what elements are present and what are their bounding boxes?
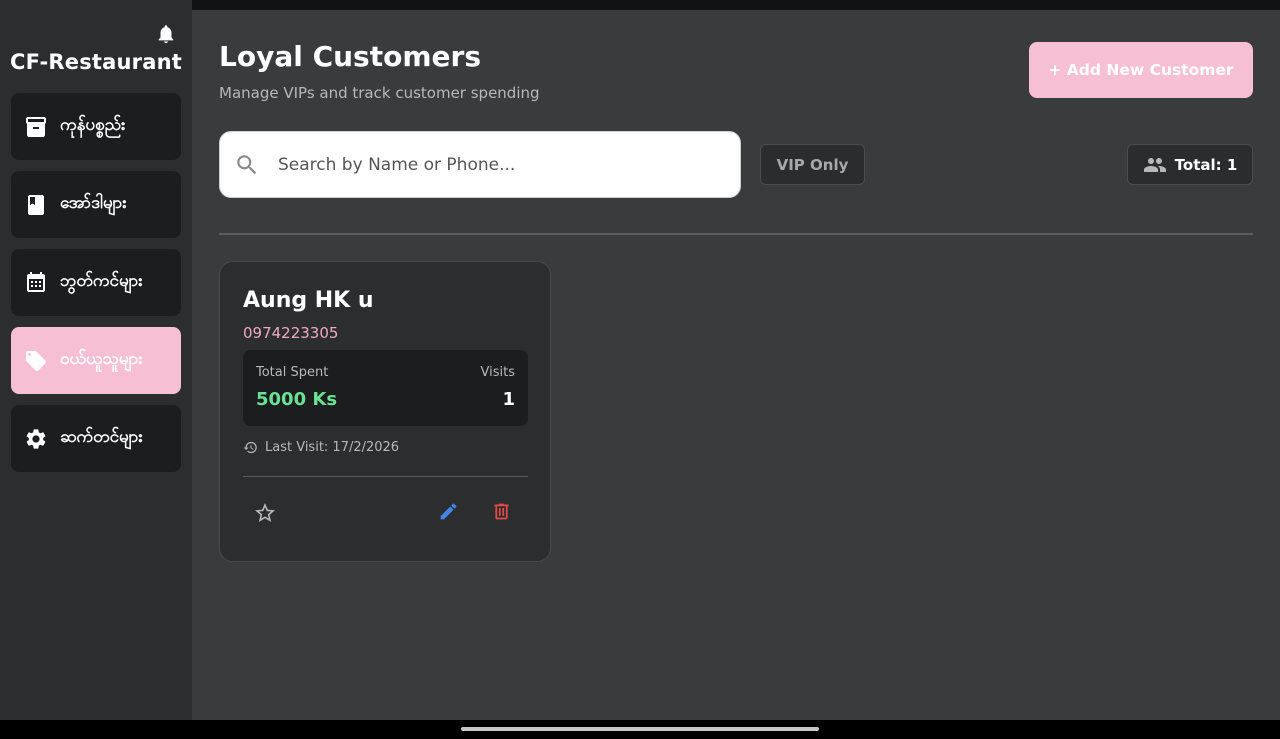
last-visit: Last Visit: 17/2/2026: [243, 440, 399, 455]
history-icon: [243, 440, 258, 455]
sidebar: CF-Restaurant ကုန်ပစ္စည်း အော်ဒါများ ဘွတ…: [0, 0, 192, 720]
pencil-icon: [438, 501, 459, 525]
customer-name: Aung HK u: [243, 288, 374, 313]
vip-star-button[interactable]: [250, 499, 280, 529]
sidebar-item-bookings[interactable]: ဘွတ်ကင်များ: [11, 249, 181, 316]
page-title: Loyal Customers: [219, 40, 481, 73]
total-spent-label: Total Spent: [256, 365, 329, 380]
card-divider: [243, 476, 528, 477]
bell-icon[interactable]: [155, 23, 177, 45]
star-icon: [253, 501, 277, 528]
search-field[interactable]: [219, 131, 741, 198]
sidebar-item-label: ဘွတ်ကင်များ: [60, 271, 143, 291]
tag-icon: [24, 349, 48, 373]
section-divider: [219, 233, 1253, 235]
page-subtitle: Manage VIPs and track customer spending: [219, 84, 540, 102]
customer-card[interactable]: Aung HK u 0974223305 Total Spent Visits …: [219, 261, 551, 562]
calendar-icon: [24, 271, 48, 295]
sidebar-item-label: အော်ဒါများ: [60, 193, 127, 213]
total-spent-value: 5000 Ks: [256, 389, 338, 410]
brand-title: CF-Restaurant: [9, 50, 182, 74]
sidebar-item-orders[interactable]: အော်ဒါများ: [11, 171, 181, 238]
vip-only-toggle[interactable]: VIP Only: [760, 144, 865, 185]
gear-icon: [24, 427, 48, 451]
sidebar-item-label: ကုန်ပစ္စည်း: [60, 115, 126, 135]
total-count-chip: Total: 1: [1127, 144, 1253, 185]
search-icon: [234, 152, 260, 178]
book-icon: [24, 193, 48, 217]
total-count-label: Total: 1: [1174, 155, 1238, 174]
app-window: CF-Restaurant ကုန်ပစ္စည်း အော်ဒါများ ဘွတ…: [0, 0, 1280, 720]
trash-icon: [491, 501, 512, 525]
sidebar-item-settings[interactable]: ဆက်တင်များ: [11, 405, 181, 472]
delete-customer-button[interactable]: [486, 498, 516, 528]
sidebar-nav: ကုန်ပစ္စည်း အော်ဒါများ ဘွတ်ကင်များ ဝယ်ယူ…: [11, 93, 181, 483]
users-icon: [1143, 153, 1167, 177]
sidebar-item-customers[interactable]: ဝယ်ယူသူများ: [11, 327, 181, 394]
home-indicator[interactable]: [461, 727, 819, 731]
sidebar-item-label: ဆက်တင်များ: [60, 427, 143, 447]
customer-phone: 0974223305: [243, 324, 339, 342]
search-input[interactable]: [278, 154, 718, 175]
sidebar-item-label: ဝယ်ယူသူများ: [60, 349, 143, 369]
customer-stats: Total Spent Visits 5000 Ks 1: [243, 350, 528, 426]
archive-icon: [24, 115, 48, 139]
visits-label: Visits: [480, 365, 515, 380]
add-new-customer-button[interactable]: + Add New Customer: [1029, 42, 1253, 98]
visits-value: 1: [502, 389, 515, 410]
main-content: Loyal Customers Manage VIPs and track cu…: [192, 0, 1280, 720]
edit-customer-button[interactable]: [433, 498, 463, 528]
last-visit-text: Last Visit: 17/2/2026: [265, 440, 400, 455]
sidebar-item-products[interactable]: ကုန်ပစ္စည်း: [11, 93, 181, 160]
